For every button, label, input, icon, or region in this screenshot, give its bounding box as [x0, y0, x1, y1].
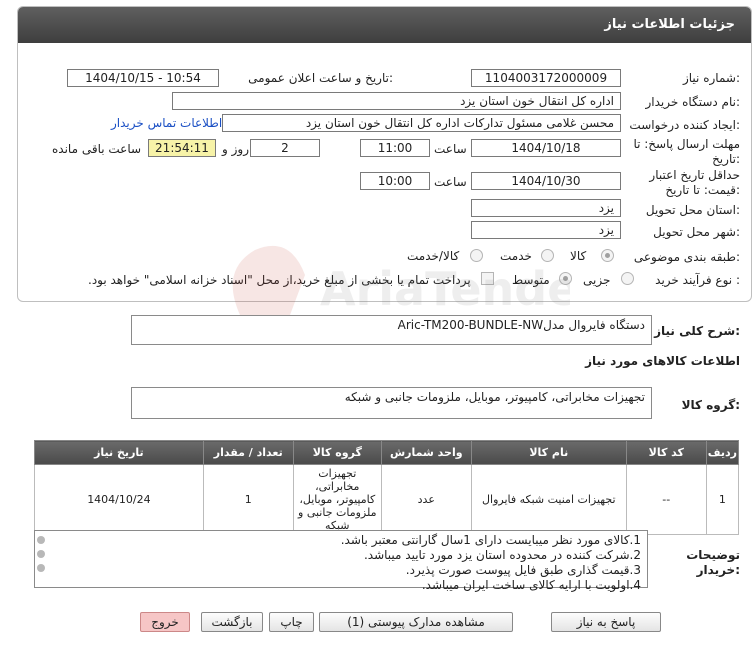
cell-row-number: 1	[705, 464, 740, 535]
reply-date-field[interactable]: 1404/10/18	[471, 139, 621, 157]
days-label: روز و	[222, 142, 249, 156]
buyer-label: نام دستگاه خریدار:	[645, 95, 741, 109]
notes-label-1: توضیحات	[686, 548, 740, 562]
col-header-group: گروه کالا	[292, 440, 382, 465]
cell-name: تجهیزات امنیت شبکه فایروال	[470, 464, 627, 535]
note-line: 3.قیمت گذاری طبق فایل پیوست صورت پذیرد.	[405, 563, 641, 577]
cell-code: --	[625, 464, 707, 535]
print-button[interactable]: چاپ	[269, 612, 314, 632]
cell-unit: عدد	[380, 464, 472, 535]
validity-label-2: قیمت: تا تاریخ:	[665, 183, 740, 197]
process-option-medium: متوسط	[512, 273, 550, 287]
scroll-thumb-icon[interactable]	[37, 550, 45, 558]
col-header-unit: واحد شمارش	[380, 440, 472, 465]
scroll-up-icon[interactable]	[37, 536, 45, 544]
province-label: استان محل تحویل:	[645, 203, 740, 217]
category-option-goods: کالا	[570, 249, 587, 263]
summary-field[interactable]: دستگاه فایروال مدلAric-TM200-BUNDLE-NW	[131, 315, 652, 345]
cell-group: تجهیزات مخابراتی، کامپیوتر، موبایل، ملزو…	[292, 464, 382, 535]
reply-deadline-label-2: تاریخ:	[712, 152, 740, 166]
remaining-timer: 21:54:11	[148, 139, 216, 157]
reply-deadline-label-1: مهلت ارسال پاسخ: تا	[633, 137, 740, 151]
announce-field[interactable]: 1404/10/15 - 10:54	[67, 69, 219, 87]
page-title: جزئیات اطلاعات نیاز	[18, 7, 751, 43]
category-label: طبقه بندی موضوعی:	[633, 250, 740, 264]
category-option-both: کالا/خدمت	[407, 249, 460, 263]
category-radio-goods[interactable]	[601, 249, 614, 262]
back-button[interactable]: بازگشت	[201, 612, 263, 632]
col-header-row-number: ردیف	[705, 440, 740, 465]
goods-group-label: گروه کالا:	[681, 398, 740, 412]
category-radio-service[interactable]	[541, 249, 554, 262]
category-option-service: خدمت	[500, 249, 532, 263]
process-label: نوع فرآیند خرید :	[655, 273, 740, 287]
col-header-date: تاریخ نیاز	[34, 440, 204, 465]
contact-buyer-link[interactable]: اطلاعات تماس خریدار	[111, 116, 222, 130]
goods-group-field[interactable]: تجهیزات مخابراتی، کامپیوتر، موبایل، ملزو…	[131, 387, 652, 419]
category-radio-both[interactable]	[470, 249, 483, 262]
process-option-minor: جزیی	[583, 273, 611, 287]
col-header-code: کد کالا	[625, 440, 707, 465]
notes-scrollbar[interactable]	[35, 532, 47, 586]
process-radio-minor[interactable]	[621, 272, 634, 285]
remaining-label: ساعت باقی مانده	[52, 142, 142, 156]
city-label: شهر محل تحویل:	[653, 225, 740, 239]
validity-time-label: ساعت	[434, 175, 467, 189]
reply-time-field[interactable]: 11:00	[360, 139, 430, 157]
summary-label: شرح کلی نیاز:	[654, 324, 740, 338]
goods-info-title: اطلاعات کالاهای مورد نیاز	[585, 354, 740, 368]
announce-label: تاریخ و ساعت اعلان عمومی:	[248, 71, 393, 85]
days-field[interactable]: 2	[250, 139, 320, 157]
note-line: 2.شرکت کننده در محدوده استان یزد مورد تا…	[363, 548, 641, 562]
exit-button[interactable]: خروج	[140, 612, 190, 632]
creator-field[interactable]: محسن غلامی مسئول تدارکات اداره کل انتقال…	[222, 114, 621, 132]
need-number-field[interactable]: 1104003172000009	[471, 69, 621, 87]
attached-docs-button[interactable]: مشاهده مدارک پیوستی (1)	[319, 612, 513, 632]
note-line: 1.کالای مورد نظر میبایست دارای 1سال گارا…	[340, 533, 641, 547]
col-header-quantity: تعداد / مقدار	[202, 440, 294, 465]
city-field[interactable]: یزد	[471, 221, 621, 239]
province-field[interactable]: یزد	[471, 199, 621, 217]
notes-label-2: خریدار:	[696, 563, 740, 577]
col-header-name: نام کالا	[470, 440, 627, 465]
validity-date-field[interactable]: 1404/10/30	[471, 172, 621, 190]
validity-time-field[interactable]: 10:00	[360, 172, 430, 190]
process-radio-medium[interactable]	[559, 272, 572, 285]
reply-time-label: ساعت	[434, 142, 467, 156]
buyer-notes-field[interactable]: 1.کالای مورد نظر میبایست دارای 1سال گارا…	[34, 530, 648, 592]
table-row[interactable]: 1 -- تجهیزات امنیت شبکه فایروال عدد تجهی…	[34, 464, 740, 535]
note-line: 4.اولویت با ارایه کالای ساخت ایران میباش…	[421, 578, 641, 592]
creator-label: ایجاد کننده درخواست:	[629, 118, 740, 132]
treasury-text: پرداخت تمام یا بخشی از مبلغ خرید،از محل …	[88, 273, 471, 287]
reply-button[interactable]: پاسخ به نیاز	[551, 612, 661, 632]
buyer-field[interactable]: اداره کل انتقال خون استان یزد	[172, 92, 621, 110]
validity-label-1: حداقل تاریخ اعتبار	[649, 168, 740, 182]
scroll-down-icon[interactable]	[37, 564, 45, 572]
table-header-row: ردیف کد کالا نام کالا واحد شمارش گروه کا…	[34, 440, 740, 465]
treasury-checkbox[interactable]	[481, 272, 494, 285]
cell-quantity: 1	[202, 464, 294, 535]
goods-table: ردیف کد کالا نام کالا واحد شمارش گروه کا…	[34, 440, 740, 535]
need-number-label: شماره نیاز:	[682, 71, 740, 85]
cell-date: 1404/10/24	[34, 464, 204, 535]
